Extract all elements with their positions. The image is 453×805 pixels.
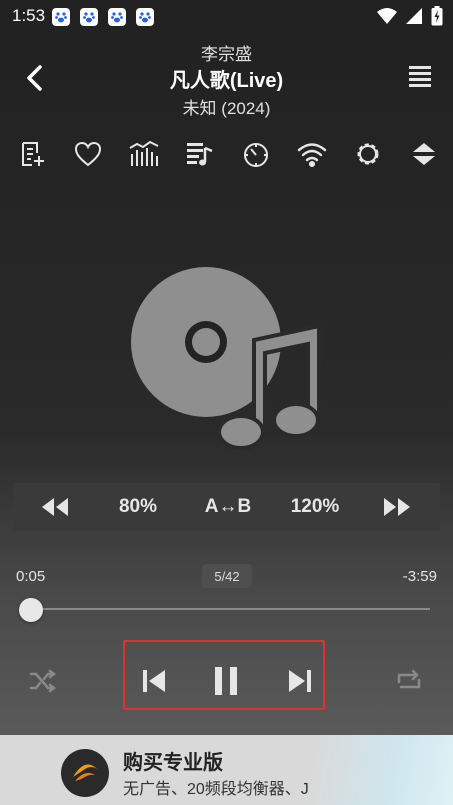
banner-title: 购买专业版: [123, 752, 223, 774]
queue-music-icon: [187, 143, 213, 166]
paw-icon: [136, 8, 154, 26]
signal-icon: [406, 8, 422, 24]
paw-icon: [52, 8, 70, 26]
settings-icon: [357, 143, 379, 165]
rewind-button[interactable]: [35, 483, 75, 531]
fast-forward-icon: [384, 498, 410, 516]
timer-icon: [244, 143, 268, 167]
speed-control-bar: 80% A↔B 120%: [13, 483, 440, 531]
fast-forward-button[interactable]: [377, 483, 417, 531]
heart-icon: [74, 141, 102, 167]
pro-upgrade-banner[interactable]: 购买专业版 无广告、20频段均衡器、J: [0, 735, 453, 805]
favorite-button[interactable]: [72, 138, 104, 170]
equalizer-button[interactable]: [128, 138, 160, 170]
banner-subtitle: 无广告、20频段均衡器、J: [123, 781, 309, 798]
album-art: [126, 262, 326, 452]
wifi-icon: [377, 8, 397, 24]
controls-highlight-box: [123, 640, 325, 710]
speed-slower-button[interactable]: 80%: [106, 483, 170, 531]
song-title: 凡人歌(Live): [169, 70, 284, 92]
repeat-button[interactable]: [392, 650, 426, 712]
album-year: 未知 (2024): [182, 99, 271, 118]
repeat-icon: [397, 669, 421, 689]
equalizer-icon: [129, 140, 159, 166]
wifi-cast-button[interactable]: [296, 138, 328, 170]
settings-button[interactable]: [352, 138, 384, 170]
status-right: [377, 6, 443, 26]
shuffle-icon: [29, 669, 57, 693]
status-time: 1:53: [12, 6, 46, 25]
paw-icon: [108, 8, 126, 26]
artist-name: 李宗盛: [201, 45, 252, 64]
seek-bar[interactable]: [30, 608, 430, 610]
cd-music-icon: [131, 267, 321, 450]
remaining-time: -3:59: [402, 568, 437, 585]
elapsed-time: 0:05: [16, 568, 46, 585]
expand-button[interactable]: [408, 138, 440, 170]
paw-icon: [80, 8, 98, 26]
fast-rewind-icon: [42, 498, 68, 516]
shuffle-button[interactable]: [26, 650, 60, 712]
queue-button[interactable]: [184, 138, 216, 170]
add-to-playlist-icon: [22, 142, 44, 166]
ab-repeat-button[interactable]: A↔B: [193, 483, 263, 531]
battery-icon: [431, 6, 443, 26]
menu-button[interactable]: [407, 64, 433, 90]
track-position-badge: 5/42: [202, 564, 252, 588]
add-to-playlist-button[interactable]: [16, 138, 48, 170]
expand-collapse-icon: [413, 143, 435, 165]
status-bar: 1:53: [0, 0, 453, 32]
banner-decoration: [313, 735, 453, 805]
seek-thumb[interactable]: [19, 598, 43, 622]
song-header: 李宗盛 凡人歌(Live) 未知 (2024): [0, 36, 453, 120]
app-logo: [61, 749, 109, 797]
sleep-timer-button[interactable]: [240, 138, 272, 170]
wifi-cast-icon: [297, 143, 327, 167]
speed-faster-button[interactable]: 120%: [283, 483, 347, 531]
menu-icon: [409, 66, 431, 87]
action-toolbar: [0, 138, 453, 170]
